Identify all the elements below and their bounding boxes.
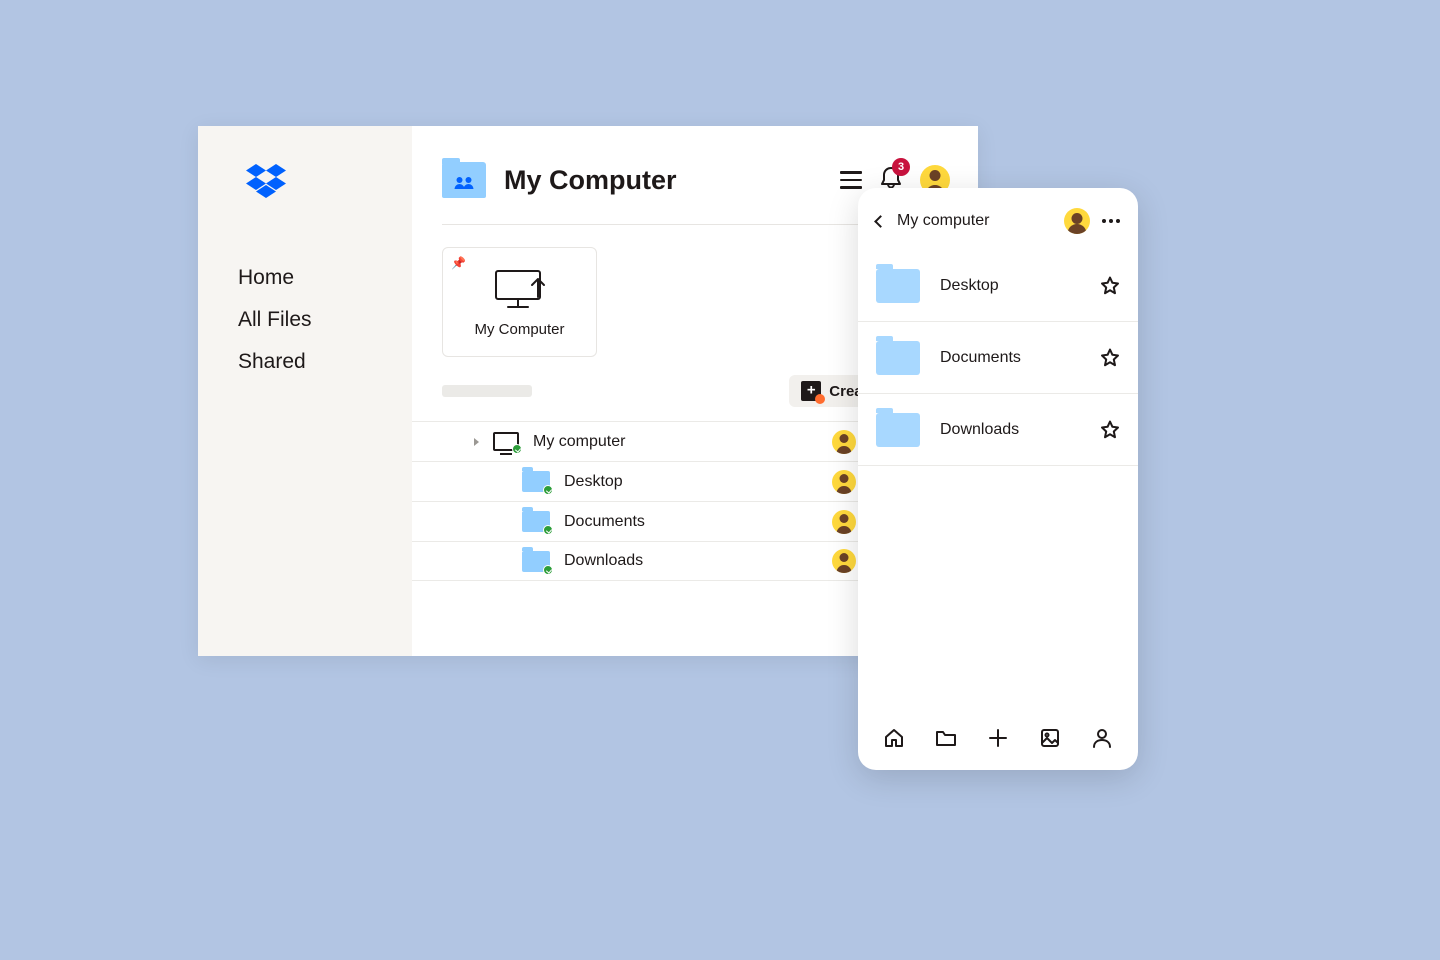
sidebar-item-home[interactable]: Home — [238, 257, 412, 299]
mobile-file-list: Desktop Documents Downloads — [858, 250, 1138, 710]
file-name: My computer — [533, 433, 653, 451]
hamburger-menu-icon[interactable] — [840, 171, 862, 189]
synced-badge-icon — [512, 444, 522, 454]
sidebar: Home All Files Shared — [198, 126, 412, 656]
file-name: Downloads — [564, 552, 684, 570]
synced-badge-icon — [543, 485, 553, 495]
page-title: My Computer — [504, 165, 840, 196]
person-icon — [1091, 727, 1113, 749]
plus-icon — [987, 727, 1009, 749]
sidebar-item-all-files[interactable]: All Files — [238, 299, 412, 341]
computer-backup-icon — [492, 267, 548, 311]
mobile-row-downloads[interactable]: Downloads — [858, 394, 1138, 466]
expand-caret-icon[interactable] — [474, 438, 479, 446]
mobile-bottom-nav — [858, 710, 1138, 770]
folder-icon — [876, 269, 920, 303]
owner-avatar[interactable] — [832, 549, 856, 573]
sidebar-item-shared[interactable]: Shared — [238, 341, 412, 383]
favorite-star-button[interactable] — [1100, 420, 1120, 440]
owner-avatar[interactable] — [832, 470, 856, 494]
more-options-button[interactable] — [1102, 219, 1120, 223]
folder-icon — [522, 511, 550, 532]
folder-icon — [522, 551, 550, 572]
nav-files-button[interactable] — [927, 719, 965, 762]
folder-icon — [876, 413, 920, 447]
mobile-row-desktop[interactable]: Desktop — [858, 250, 1138, 322]
back-button[interactable] — [874, 215, 887, 228]
file-name: Documents — [564, 513, 684, 531]
shared-folder-icon — [442, 162, 486, 198]
home-icon — [883, 727, 905, 749]
nav-home-button[interactable] — [875, 719, 913, 762]
backup-source-card[interactable]: 📌 My Computer — [442, 247, 597, 357]
pin-icon: 📌 — [451, 256, 466, 270]
folder-icon — [522, 471, 550, 492]
create-plus-icon — [801, 381, 821, 401]
sidebar-nav: Home All Files Shared — [198, 257, 412, 383]
mobile-row-documents[interactable]: Documents — [858, 322, 1138, 394]
file-name: Desktop — [940, 277, 1080, 295]
folder-icon — [876, 341, 920, 375]
folder-icon — [935, 727, 957, 749]
image-icon — [1039, 727, 1061, 749]
favorite-star-button[interactable] — [1100, 276, 1120, 296]
nav-add-button[interactable] — [979, 719, 1017, 762]
user-avatar[interactable] — [1064, 208, 1090, 234]
card-label: My Computer — [474, 321, 564, 338]
synced-badge-icon — [543, 565, 553, 575]
computer-icon — [493, 432, 519, 451]
file-name: Documents — [940, 349, 1080, 367]
mobile-page-title: My computer — [897, 212, 1052, 230]
file-name: Downloads — [940, 421, 1080, 439]
placeholder-text — [442, 385, 532, 397]
file-name: Desktop — [564, 473, 684, 491]
mobile-header: My computer — [858, 188, 1138, 250]
synced-badge-icon — [543, 525, 553, 535]
owner-avatar[interactable] — [832, 510, 856, 534]
notification-count-badge: 3 — [892, 158, 910, 176]
dropbox-logo-icon[interactable] — [246, 164, 412, 203]
nav-account-button[interactable] — [1083, 719, 1121, 762]
favorite-star-button[interactable] — [1100, 348, 1120, 368]
nav-photos-button[interactable] — [1031, 719, 1069, 762]
mobile-app-window: My computer Desktop Documents Downloads — [858, 188, 1138, 770]
owner-avatar[interactable] — [832, 430, 856, 454]
